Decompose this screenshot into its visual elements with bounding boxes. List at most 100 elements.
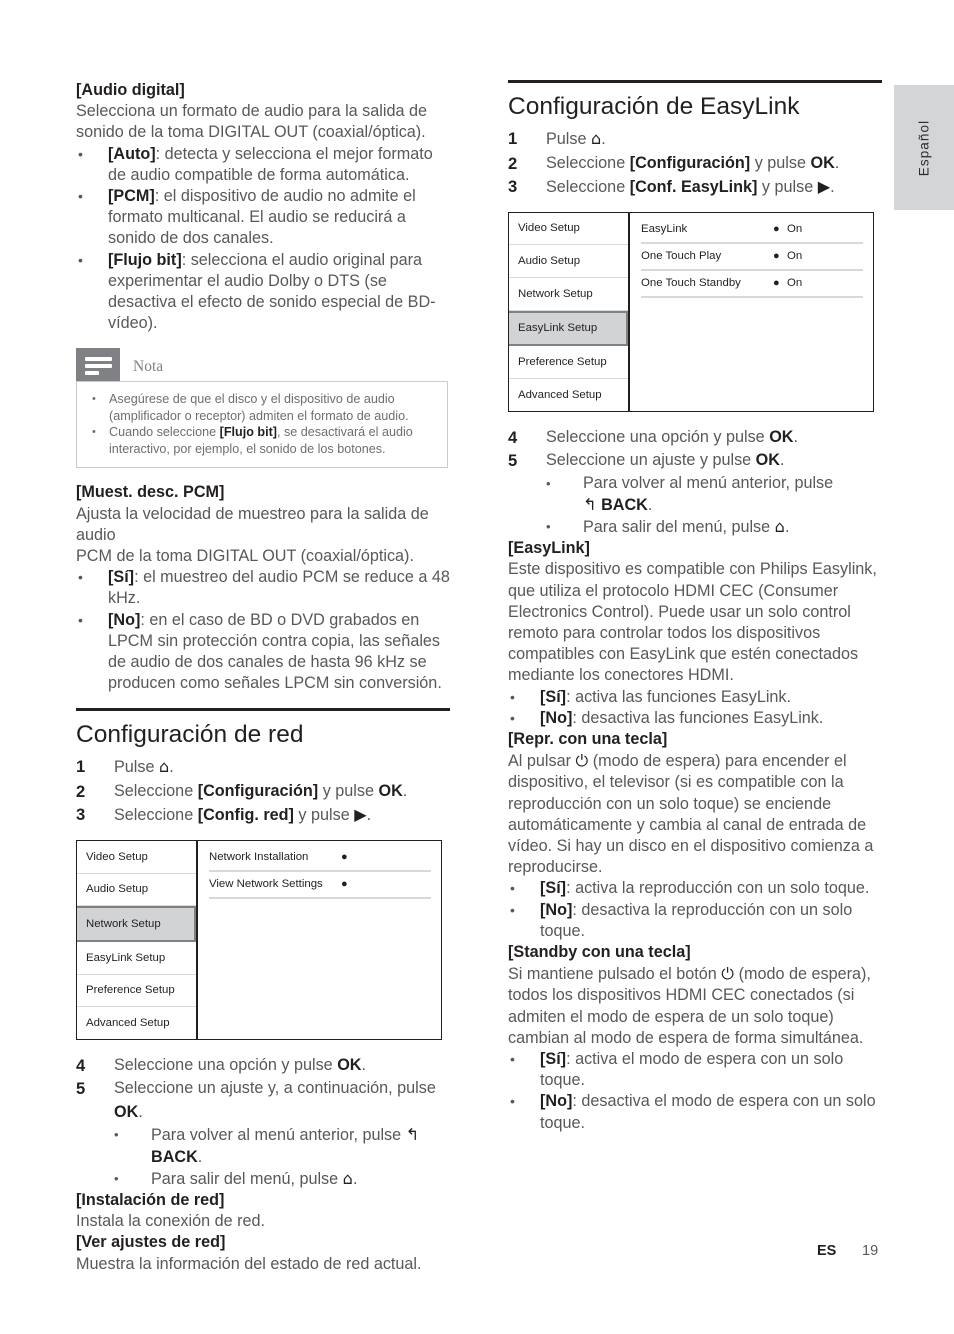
right-column: Configuración de EasyLink 1 Pulse ⌂. 2 S…: [508, 80, 882, 1134]
bullet-term: [Auto]: [108, 144, 156, 163]
osd-submenu-label: View Network Settings: [209, 878, 323, 891]
manual-page: [Audio digital] Selecciona un formato de…: [0, 0, 954, 1334]
step-text-post: .: [366, 806, 372, 825]
osd-submenu-value: On: [787, 250, 803, 262]
bullet-term: [PCM]: [108, 187, 155, 206]
osd-submenu-row[interactable]: One Touch Standby ● On: [641, 271, 863, 298]
sub-bullet-pre: Para volver al menú anterior, pulse: [583, 473, 834, 492]
list-item: [Auto]: detecta y selecciona el mejor fo…: [76, 144, 450, 186]
step-option-label: [Configuración]: [629, 153, 751, 172]
step-item: 2 Seleccione [Configuración] y pulse OK.: [76, 780, 450, 804]
sub-bullet-post: .: [784, 517, 790, 536]
easylink-section-header: Configuración de EasyLink: [508, 80, 882, 121]
list-item: [Sí]: el muestreo del audio PCM se reduc…: [76, 567, 450, 609]
osd-submenu-row[interactable]: EasyLink ● On: [641, 217, 863, 244]
step-item: 5 Seleccione un ajuste y pulse OK. Para …: [508, 449, 882, 538]
ok-key-label: OK: [810, 153, 835, 172]
ok-key-label: OK: [769, 427, 794, 446]
bullet-term: [Sí]: [540, 879, 567, 898]
osd-submenu-label: One Touch Standby: [641, 277, 741, 289]
audio-digital-bullets: [Auto]: detecta y selecciona el mejor fo…: [76, 144, 450, 335]
step-option-label: [Conf. EasyLink]: [629, 178, 758, 196]
note-header: Nota: [76, 348, 448, 382]
page-footer: ES 19: [0, 1243, 954, 1267]
step-number: 3: [76, 805, 86, 825]
step-text-post: .: [779, 451, 785, 469]
bullet-dot-icon: ●: [773, 277, 780, 289]
play-right-icon: ▶: [354, 805, 367, 825]
osd-menu-item-audio-setup[interactable]: Audio Setup: [77, 874, 196, 907]
back-arrow-icon: ↰: [405, 1125, 420, 1145]
network-sub-bullets: Para volver al menú anterior, pulse ↰ BAC…: [114, 1124, 450, 1190]
easylink-def-heading: [EasyLink]: [508, 539, 590, 558]
osd-menu-item-audio-setup[interactable]: Audio Setup: [509, 245, 628, 278]
step-text-pre: Pulse: [546, 130, 591, 148]
step-number: 5: [508, 451, 518, 470]
step-item: 1 Pulse ⌂.: [76, 755, 450, 780]
step-text-pre: Seleccione: [546, 153, 630, 172]
note-item-pre: Cuando seleccione: [109, 425, 220, 440]
osd-menu-item-preference-setup[interactable]: Preference Setup: [509, 346, 628, 379]
list-item: [No]: desactiva la reproducción con un s…: [508, 900, 882, 942]
list-item: [No]: en el caso de BD o DVD grabados en…: [76, 610, 450, 695]
osd-menu-item-easylink-setup[interactable]: EasyLink Setup: [509, 310, 628, 347]
network-steps-4-5: 4 Seleccione una opción y pulse OK. 5 Se…: [76, 1054, 450, 1190]
easylink-def-bullets: [Sí]: activa las funciones EasyLink. [No…: [508, 687, 882, 730]
body-pre: Si mantiene pulsado el botón: [508, 965, 722, 984]
osd-menu-item-preference-setup[interactable]: Preference Setup: [77, 975, 196, 1008]
note-item: Asegúrese de que el disco y el dispositi…: [87, 391, 437, 424]
bullet-term: [Sí]: [540, 1049, 567, 1068]
list-item: Para salir del menú, pulse ⌂.: [546, 516, 882, 538]
osd-menu-item-easylink-setup[interactable]: EasyLink Setup: [77, 942, 196, 975]
back-key-label: BACK: [151, 1147, 198, 1166]
bullet-term: [No]: [108, 610, 141, 629]
osd-menu-item-advanced-setup[interactable]: Advanced Setup: [77, 1007, 196, 1039]
osd-menu-item-video-setup[interactable]: Video Setup: [509, 213, 628, 246]
sub-bullet-post: .: [647, 495, 653, 514]
osd-easylink-setup: Video Setup Audio Setup Network Setup Ea…: [508, 211, 874, 412]
step-option-label: [Config. red]: [197, 806, 294, 825]
osd-menu-item-network-setup[interactable]: Network Setup: [77, 906, 196, 942]
osd-menu-list: Video Setup Audio Setup Network Setup Ea…: [509, 212, 630, 411]
sub-bullet-post: .: [197, 1147, 203, 1166]
power-standby-icon: ⏻: [575, 751, 589, 771]
one-touch-standby-bullets: [Sí]: activa el modo de espera con un so…: [508, 1049, 882, 1134]
language-tab-label: Español: [916, 119, 932, 176]
osd-submenu-list: Network Installation ● View Network Sett…: [198, 841, 441, 1039]
step-text-pre: Seleccione un ajuste y pulse: [546, 451, 756, 469]
step-text-post: .: [361, 1055, 366, 1074]
list-item: Para salir del menú, pulse ⌂.: [114, 1168, 450, 1190]
osd-menu-item-advanced-setup[interactable]: Advanced Setup: [509, 379, 628, 411]
bullet-dot-icon: ●: [773, 250, 780, 262]
osd-submenu-label: One Touch Play: [641, 250, 722, 262]
section-audio-digital: [Audio digital] Selecciona un formato de…: [76, 80, 450, 334]
osd-submenu-row[interactable]: View Network Settings ●: [209, 872, 431, 899]
step-text-post: .: [793, 427, 798, 446]
list-item: [Sí]: activa la reproducción con un solo…: [508, 878, 882, 899]
sub-bullet-pre: Para salir del menú, pulse: [583, 517, 775, 536]
osd-submenu-row[interactable]: Network Installation ●: [209, 845, 431, 872]
one-touch-standby-heading: [Standby con una tecla]: [508, 942, 691, 961]
note-lines-icon: [76, 348, 120, 382]
osd-submenu-label: Network Installation: [209, 851, 309, 864]
osd-submenu-value: On: [787, 223, 803, 235]
bullet-term: [No]: [540, 900, 573, 919]
bullet-text: : en el caso de BD o DVD grabados en LPC…: [108, 610, 442, 693]
osd-network-setup: Video Setup Audio Setup Network Setup Ea…: [76, 839, 442, 1040]
ok-key-label: OK: [114, 1102, 139, 1121]
step-text-post: .: [402, 781, 408, 800]
bullet-text: : desactiva el modo de espera con un sol…: [540, 1092, 876, 1132]
osd-menu-item-network-setup[interactable]: Network Setup: [509, 278, 628, 311]
step-number: 5: [76, 1079, 86, 1099]
audio-digital-heading: [Audio digital]: [76, 81, 185, 99]
instalacion-de-red-heading: [Instalación de red]: [76, 1191, 225, 1210]
step-text-pre: Seleccione una opción y pulse: [546, 427, 770, 446]
language-tab: Español: [894, 85, 954, 210]
step-text-pre: Seleccione: [114, 806, 198, 825]
osd-submenu-list: EasyLink ● On One Touch Play ● On One To…: [630, 213, 873, 411]
osd-menu-item-video-setup[interactable]: Video Setup: [77, 841, 196, 874]
osd-submenu-row[interactable]: One Touch Play ● On: [641, 244, 863, 271]
instalacion-de-red-body: Instala la conexión de red.: [76, 1212, 265, 1231]
bullet-text: : desactiva la reproducción con un solo …: [540, 900, 853, 940]
power-standby-icon: ⏻: [721, 964, 735, 984]
